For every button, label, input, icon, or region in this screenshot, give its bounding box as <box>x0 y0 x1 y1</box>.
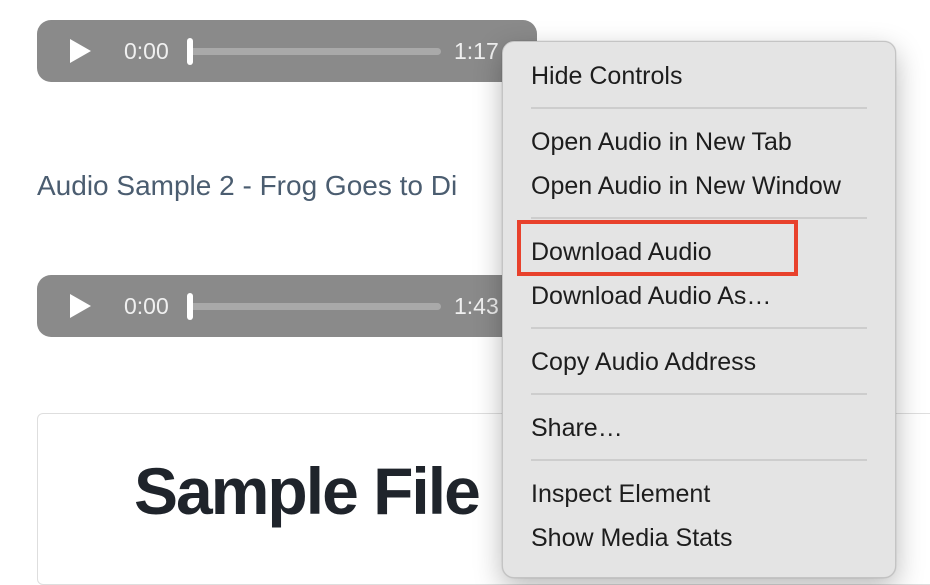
menu-separator <box>531 107 867 109</box>
duration: 1:17 <box>454 38 499 64</box>
menu-separator <box>531 327 867 329</box>
play-icon <box>70 294 91 318</box>
menu-separator <box>531 393 867 395</box>
play-button[interactable] <box>67 293 93 319</box>
current-time: 0:00 <box>124 38 169 64</box>
audio-sample-heading: Audio Sample 2 - Frog Goes to Di <box>37 170 458 201</box>
menu-item-copy-audio-address[interactable]: Copy Audio Address <box>531 347 756 377</box>
menu-item-show-media-stats[interactable]: Show Media Stats <box>531 523 733 553</box>
menu-item-download-audio-as[interactable]: Download Audio As… <box>531 281 771 311</box>
menu-separator <box>531 217 867 219</box>
audio-player-2: 0:00 1:43 <box>37 275 537 337</box>
menu-item-share[interactable]: Share… <box>531 413 623 443</box>
duration: 1:43 <box>454 293 499 319</box>
seek-thumb[interactable] <box>187 293 193 320</box>
current-time: 0:00 <box>124 293 169 319</box>
menu-separator <box>531 459 867 461</box>
menu-item-open-new-window[interactable]: Open Audio in New Window <box>531 171 841 201</box>
menu-item-hide-controls[interactable]: Hide Controls <box>531 61 682 91</box>
menu-item-download-audio[interactable]: Download Audio <box>531 237 712 267</box>
context-menu: Hide Controls Open Audio in New Tab Open… <box>502 41 896 578</box>
audio-player-1: 0:00 1:17 <box>37 20 537 82</box>
seek-track[interactable] <box>189 303 441 310</box>
play-icon <box>70 39 91 63</box>
menu-item-open-new-tab[interactable]: Open Audio in New Tab <box>531 127 792 157</box>
menu-item-inspect-element[interactable]: Inspect Element <box>531 479 710 509</box>
play-button[interactable] <box>67 38 93 64</box>
seek-track[interactable] <box>189 48 441 55</box>
seek-thumb[interactable] <box>187 38 193 65</box>
card-title: Sample File <box>134 454 481 528</box>
